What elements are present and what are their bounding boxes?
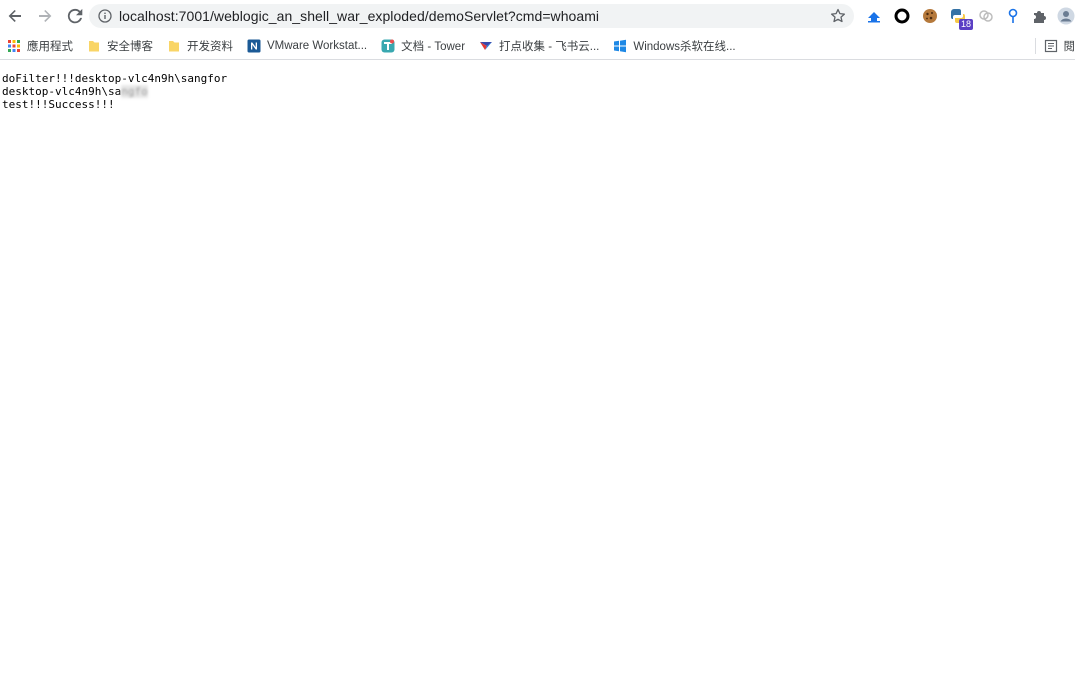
bookmark-label: 打点收集 - 飞书云... xyxy=(499,40,600,53)
back-button[interactable] xyxy=(3,4,27,28)
forward-button[interactable] xyxy=(33,4,57,28)
bookmark-windows-av[interactable]: Windows杀软在线... xyxy=(613,38,736,54)
reading-list[interactable]: 閱 xyxy=(1034,32,1075,59)
address-bar[interactable]: localhost:7001/weblogic_an_shell_war_exp… xyxy=(89,4,854,28)
windows-icon xyxy=(613,39,627,53)
folder-icon xyxy=(167,39,181,53)
bookmark-label: VMware Workstat... xyxy=(267,39,368,52)
reload-icon xyxy=(67,8,83,24)
feishu-icon xyxy=(479,39,493,53)
bookmark-label: Windows杀软在线... xyxy=(633,40,736,53)
tower-icon xyxy=(381,39,395,53)
bookmark-label: 安全博客 xyxy=(107,40,153,53)
output-line-whoami: desktop-vlc4n9h\sangfo xyxy=(2,85,1073,98)
bookmark-label: 文档 - Tower xyxy=(401,40,466,53)
bookmarks-separator xyxy=(1034,37,1036,54)
bookmark-vmware[interactable]: VMware Workstat... xyxy=(247,39,367,53)
output-line-whoami-text: desktop-vlc4n9h\sa xyxy=(2,85,122,98)
output-line-success: test!!!Success!!! xyxy=(2,98,115,111)
profile-avatar-icon[interactable] xyxy=(1056,6,1075,26)
folder-icon xyxy=(87,39,101,53)
page-content: doFilter!!!desktop-vlc4n9h\sangfor deskto… xyxy=(0,60,1075,123)
bookmark-dev-resources[interactable]: 开发资料 xyxy=(167,38,233,54)
bookmarks-bar: 應用程式 安全博客 开发资料 VMware Workstat... 文档 - T… xyxy=(0,32,1075,60)
bookmark-tower-docs[interactable]: 文档 - Tower xyxy=(381,38,465,54)
cookie-icon[interactable] xyxy=(920,6,940,26)
bookmark-apps[interactable]: 應用程式 xyxy=(7,38,73,54)
obscured-text: ngfo xyxy=(121,85,148,98)
browser-toolbar: localhost:7001/weblogic_an_shell_war_exp… xyxy=(0,0,1075,32)
forward-arrow-icon xyxy=(39,10,52,22)
bookmark-star-icon[interactable] xyxy=(830,8,846,24)
back-arrow-icon xyxy=(8,10,21,22)
info-icon[interactable] xyxy=(98,9,112,23)
reading-list-icon xyxy=(1044,39,1058,53)
bookmark-label: 應用程式 xyxy=(27,40,73,53)
extension-ring-icon[interactable] xyxy=(892,6,912,26)
reload-button[interactable] xyxy=(63,4,87,28)
extension-cloud-icon[interactable] xyxy=(864,6,884,26)
extension-badge: 18 xyxy=(958,19,973,30)
bookmark-security-blogs[interactable]: 安全博客 xyxy=(87,38,153,54)
apps-grid-icon xyxy=(7,39,21,53)
translate-extension-icon[interactable] xyxy=(976,6,996,26)
output-line-filter: doFilter!!!desktop-vlc4n9h\sangfor xyxy=(2,72,228,85)
reading-list-label: 閱 xyxy=(1063,40,1075,53)
location-pin-icon[interactable] xyxy=(1003,6,1023,26)
bookmark-label: 开发资料 xyxy=(187,40,233,53)
n-logo-icon xyxy=(247,39,261,53)
python-extension-icon[interactable]: 18 xyxy=(948,6,973,30)
extensions-puzzle-icon[interactable] xyxy=(1030,6,1050,26)
url-text[interactable]: localhost:7001/weblogic_an_shell_war_exp… xyxy=(119,8,830,24)
bookmark-feishu[interactable]: 打点收集 - 飞书云... xyxy=(479,38,599,54)
